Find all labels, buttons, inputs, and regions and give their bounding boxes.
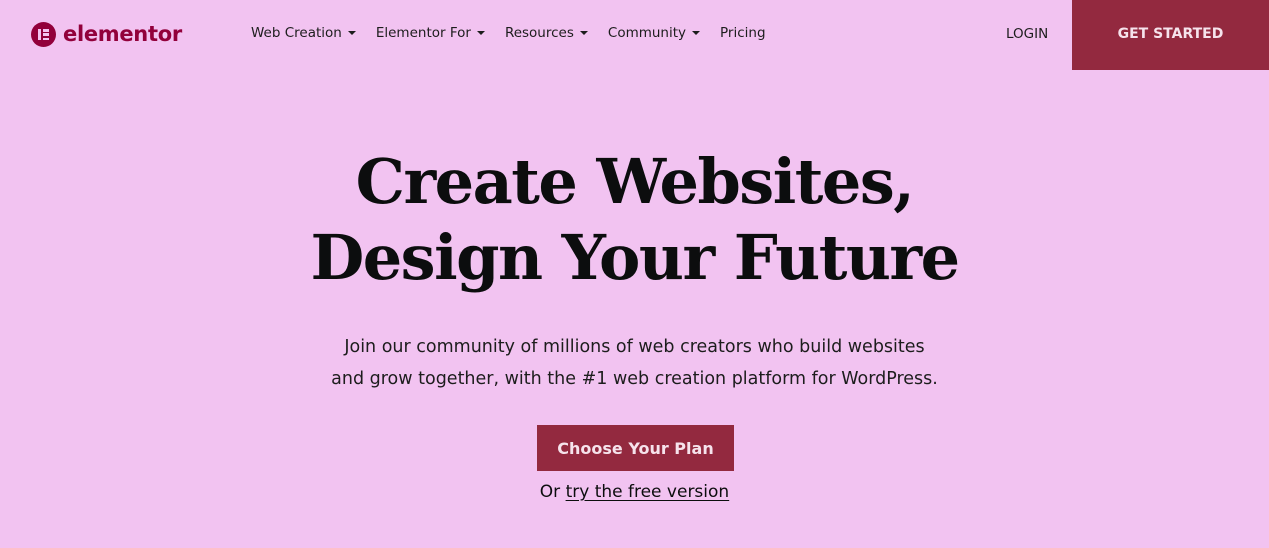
login-link[interactable]: LOGIN [1006, 26, 1048, 42]
nav-item-label: Pricing [720, 25, 766, 41]
nav-item-label: Web Creation [251, 25, 342, 41]
chevron-down-icon [692, 31, 701, 35]
hero-title: Create Websites, Design Your Future [0, 144, 1269, 296]
nav-item-label: Community [607, 25, 687, 41]
nav-item-elementor-for[interactable]: Elementor For [376, 25, 485, 41]
hero-title-line-1: Create Websites, [355, 145, 915, 218]
chevron-down-icon [579, 31, 588, 35]
nav-item-pricing[interactable]: Pricing [720, 25, 766, 41]
free-version-line: Or try the free version [0, 482, 1269, 502]
nav-item-community[interactable]: Community [607, 25, 701, 41]
nav-item-web-creation[interactable]: Web Creation [251, 25, 356, 41]
choose-your-plan-button[interactable]: Choose Your Plan [537, 425, 734, 471]
logo-wordmark: elementor [63, 22, 182, 46]
hero-title-line-2: Design Your Future [310, 221, 960, 294]
chevron-down-icon [476, 31, 485, 35]
elementor-logo[interactable]: elementor [31, 22, 182, 47]
nav-item-label: Resources [504, 25, 574, 41]
nav-item-resources[interactable]: Resources [505, 25, 588, 41]
top-navigation-bar: elementor Web Creation Elementor For Res… [0, 0, 1269, 70]
hero-subtitle-line-1: Join our community of millions of web cr… [344, 337, 925, 357]
elementor-logo-icon [31, 22, 56, 47]
hero-subtitle: Join our community of millions of web cr… [0, 331, 1269, 395]
free-version-prefix: Or [539, 482, 561, 502]
main-nav: Web Creation Elementor For Resources Com… [251, 25, 766, 41]
try-free-version-link[interactable]: try the free version [566, 482, 730, 502]
nav-item-label: Elementor For [375, 25, 471, 41]
chevron-down-icon [347, 31, 356, 35]
get-started-button[interactable]: GET STARTED [1072, 0, 1269, 70]
hero-subtitle-line-2: and grow together, with the #1 web creat… [331, 369, 938, 389]
